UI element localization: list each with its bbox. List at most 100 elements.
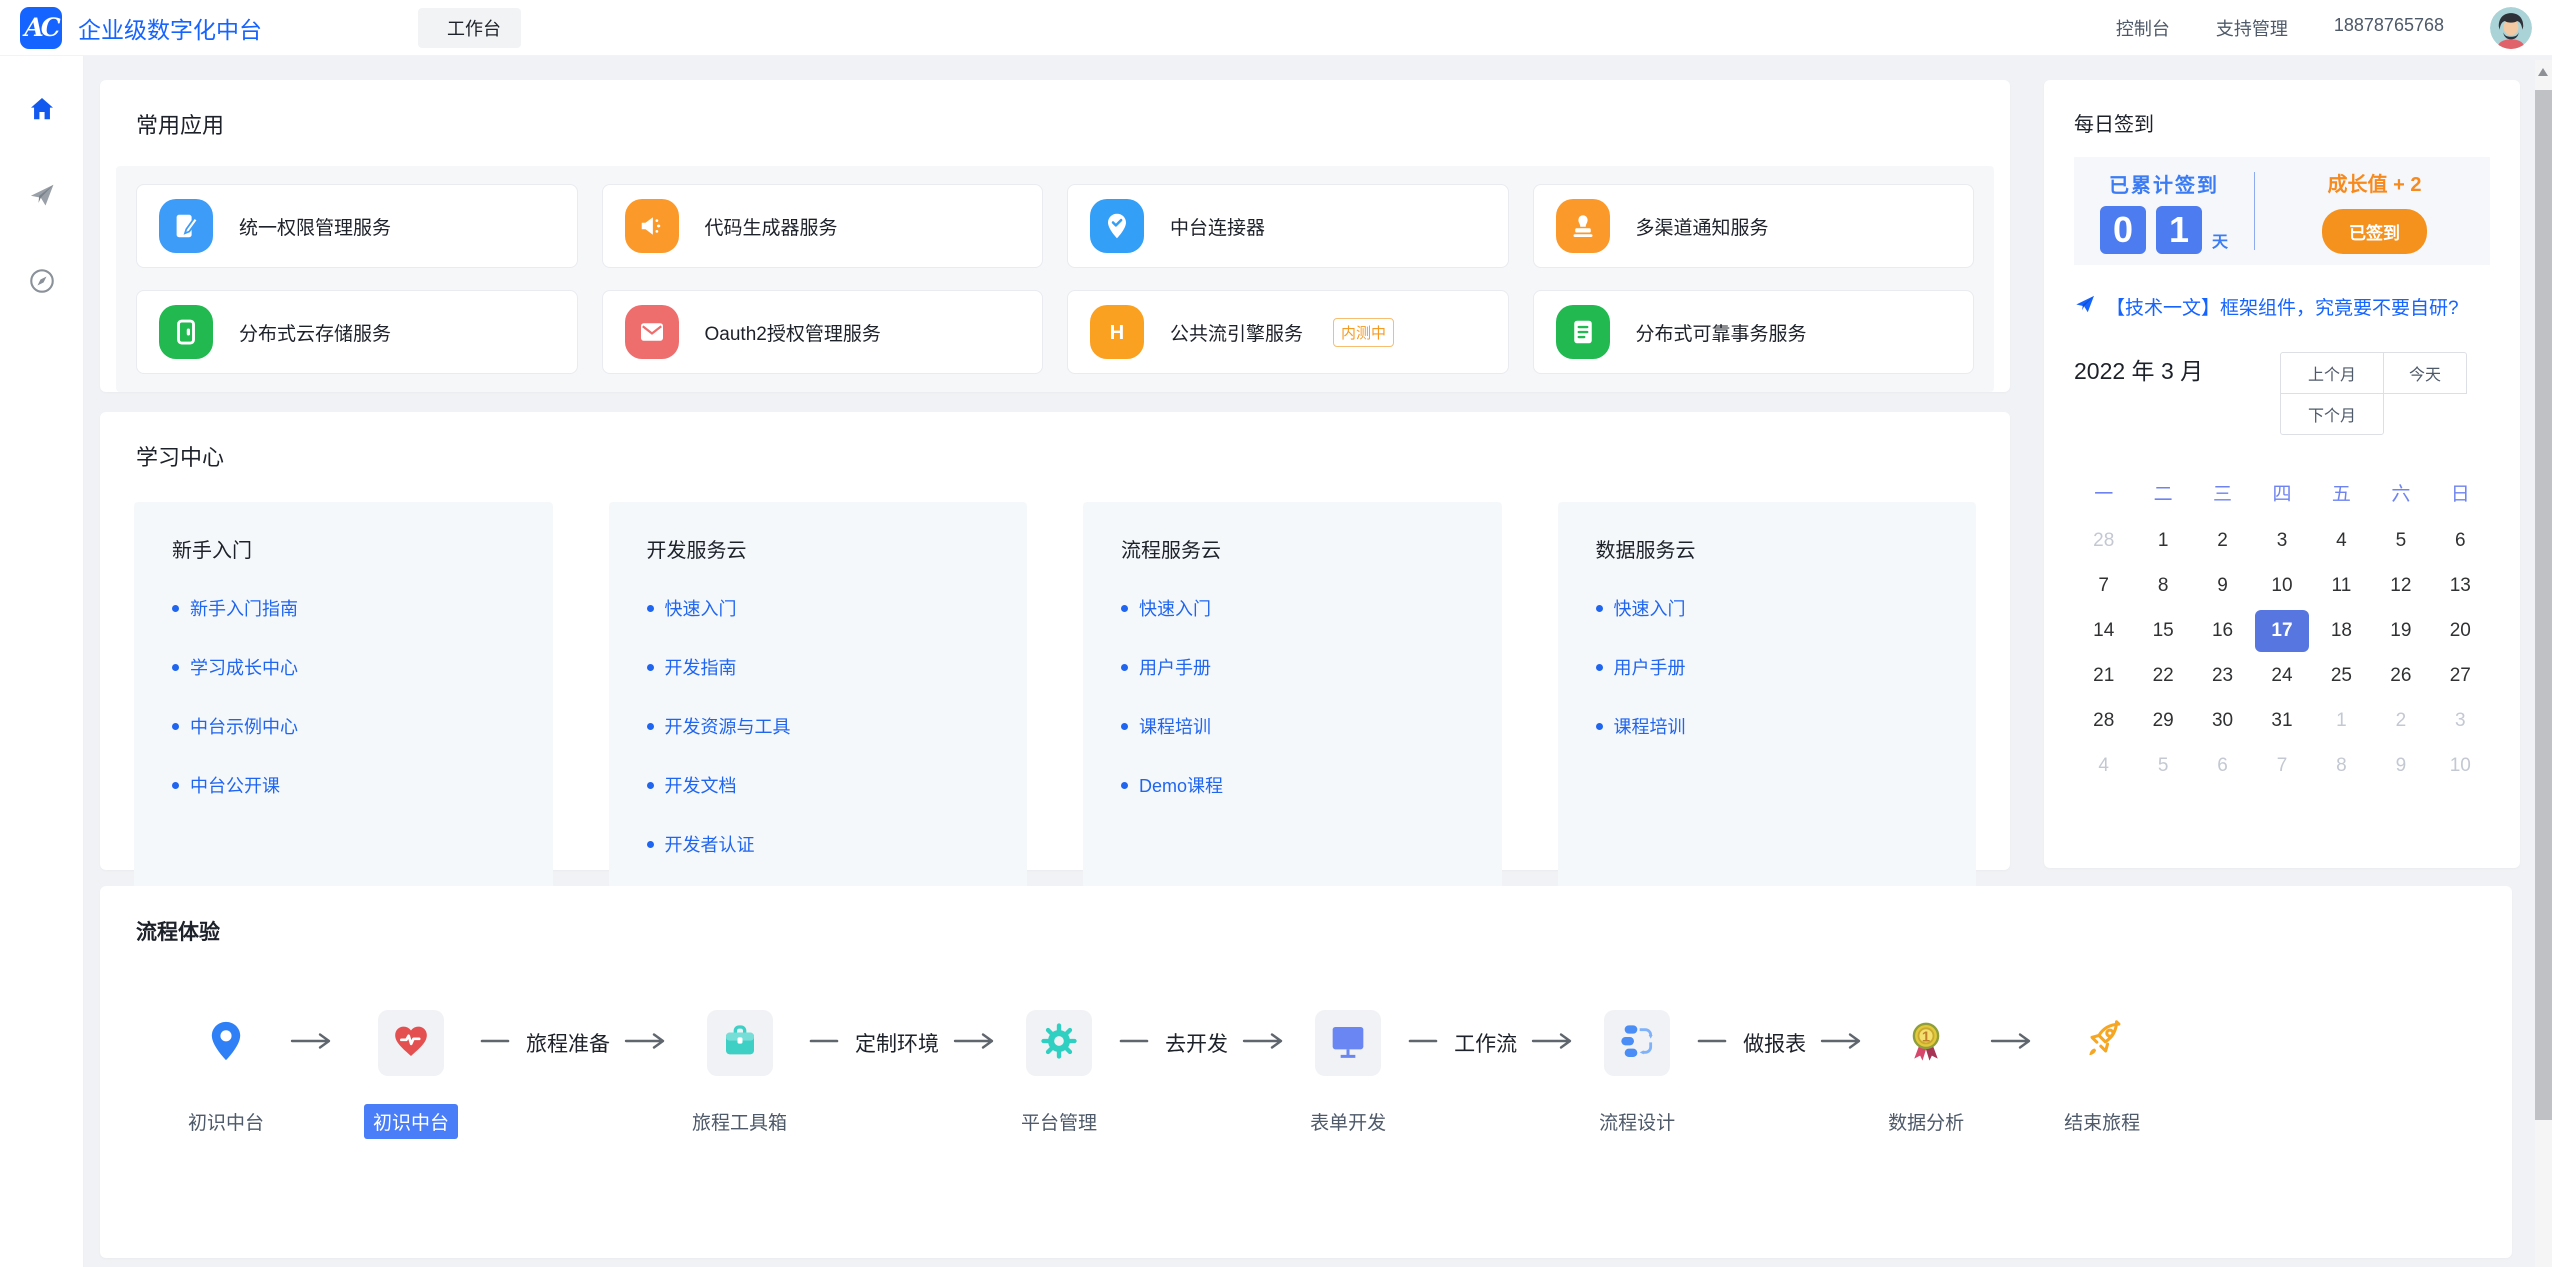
scrollbar-up-arrow[interactable] [2538,68,2548,76]
app-card[interactable]: Oauth2授权管理服务 [602,290,1044,374]
daily-checkin-title: 每日签到 [2044,80,2520,137]
app-card[interactable]: 多渠道通知服务 [1533,184,1975,268]
scrollbar-track[interactable] [2535,60,2552,1267]
calendar-day[interactable]: 9 [2193,563,2252,608]
calendar-day[interactable]: 31 [2252,698,2311,743]
app-card[interactable]: 统一权限管理服务 [136,184,578,268]
calendar-day-selected[interactable]: 17 [2252,608,2311,653]
learning-link[interactable]: Demo课程 [1121,772,1464,798]
learning-link[interactable]: 快速入门 [1121,595,1464,621]
calendar-day[interactable]: 6 [2431,518,2490,563]
calendar-day[interactable]: 7 [2074,563,2133,608]
learning-link-label: 用户手册 [1139,654,1211,680]
learning-link[interactable]: 学习成长中心 [172,654,515,680]
app-card[interactable]: 中台连接器 [1067,184,1509,268]
calendar-day[interactable]: 6 [2193,743,2252,788]
calendar-day[interactable]: 18 [2312,608,2371,653]
calendar-day[interactable]: 9 [2371,743,2430,788]
learning-link[interactable]: 用户手册 [1596,654,1939,680]
calendar-day[interactable]: 8 [2312,743,2371,788]
calendar-day[interactable]: 12 [2371,563,2430,608]
common-apps-card: 常用应用 统一权限管理服务代码生成器服务中台连接器多渠道通知服务分布式云存储服务… [100,80,2010,392]
calendar-day[interactable]: 3 [2431,698,2490,743]
app-card[interactable]: 代码生成器服务 [602,184,1044,268]
scrollbar-thumb[interactable] [2535,90,2552,1120]
prev-month-button[interactable]: 上个月 [2280,352,2384,394]
calendar-day[interactable]: 21 [2074,653,2133,698]
calendar-day[interactable]: 14 [2074,608,2133,653]
learning-link[interactable]: 课程培训 [1596,713,1939,739]
calendar-day[interactable]: 4 [2074,743,2133,788]
learning-link[interactable]: 开发资源与工具 [647,713,990,739]
topbar-menu-item[interactable]: 控制台 [2116,15,2170,41]
tab-workbench[interactable]: 工作台 [418,8,521,48]
calendar-day[interactable]: 5 [2133,743,2192,788]
megaphone-icon [625,199,679,253]
calendar-day[interactable]: 27 [2431,653,2490,698]
learning-link[interactable]: 课程培训 [1121,713,1464,739]
learning-link[interactable]: 中台示例中心 [172,713,515,739]
nav-paper-plane-icon[interactable] [25,178,59,212]
calendar-day[interactable]: 25 [2312,653,2371,698]
learning-link[interactable]: 快速入门 [1596,595,1939,621]
journey-step[interactable]: 初识中台 [364,1008,458,1139]
journey-step-label: 数据分析 [1888,1108,1964,1135]
calendar-day[interactable]: 26 [2371,653,2430,698]
learning-link[interactable]: 新手入门指南 [172,595,515,621]
journey-step[interactable]: 结束旅程 [2064,1008,2140,1135]
calendar-day[interactable]: 16 [2193,608,2252,653]
brand-logo[interactable]: AC [20,7,62,49]
nav-compass-icon[interactable] [25,264,59,298]
journey-step[interactable]: 旅程工具箱 [692,1008,787,1135]
calendar-day[interactable]: 2 [2193,518,2252,563]
learning-link[interactable]: 开发指南 [647,654,990,680]
article-link-row[interactable]: 【技术一文】框架组件，究竟要不要自研? [2074,293,2490,320]
journey-step[interactable]: 初识中台 [188,1008,264,1135]
calendar-day[interactable]: 20 [2431,608,2490,653]
journey-step[interactable]: 平台管理 [1021,1008,1097,1135]
app-card[interactable]: H公共流引擎服务内测中 [1067,290,1509,374]
app-card[interactable]: 分布式可靠事务服务 [1533,290,1975,374]
article-link[interactable]: 【技术一文】框架组件，究竟要不要自研? [2106,293,2459,320]
learning-link[interactable]: 开发文档 [647,772,990,798]
learning-link[interactable]: 快速入门 [647,595,990,621]
calendar-day[interactable]: 1 [2312,698,2371,743]
nav-home-icon[interactable] [25,92,59,126]
calendar-day[interactable]: 5 [2371,518,2430,563]
learning-column: 开发服务云快速入门开发指南开发资源与工具开发文档开发者认证 [609,502,1028,892]
calendar-day[interactable]: 11 [2312,563,2371,608]
calendar-day[interactable]: 28 [2074,698,2133,743]
topbar-menu-item[interactable]: 18878765768 [2334,15,2444,41]
journey-connector: 去开发 [1117,1008,1290,1078]
journey-step[interactable]: 表单开发 [1310,1008,1386,1135]
learning-link-label: 开发文档 [665,772,737,798]
calendar-day[interactable]: 4 [2312,518,2371,563]
next-month-button[interactable]: 下个月 [2280,393,2384,435]
calendar-day[interactable]: 22 [2133,653,2192,698]
calendar-day[interactable]: 2 [2371,698,2430,743]
calendar-day[interactable]: 3 [2252,518,2311,563]
journey-step[interactable]: 1数据分析 [1888,1008,1964,1135]
calendar-day[interactable]: 10 [2431,743,2490,788]
calendar-day[interactable]: 30 [2193,698,2252,743]
calendar-day[interactable]: 29 [2133,698,2192,743]
app-card[interactable]: 分布式云存储服务 [136,290,578,374]
learning-link[interactable]: 用户手册 [1121,654,1464,680]
journey-step[interactable]: 流程设计 [1599,1008,1675,1135]
calendar-day[interactable]: 28 [2074,518,2133,563]
calendar-day[interactable]: 7 [2252,743,2311,788]
calendar-day[interactable]: 19 [2371,608,2430,653]
calendar-day[interactable]: 23 [2193,653,2252,698]
calendar-day[interactable]: 1 [2133,518,2192,563]
calendar-day[interactable]: 10 [2252,563,2311,608]
signed-in-button[interactable]: 已签到 [2322,209,2427,254]
calendar-day[interactable]: 24 [2252,653,2311,698]
learning-link[interactable]: 开发者认证 [647,831,990,857]
calendar-day[interactable]: 13 [2431,563,2490,608]
calendar-day[interactable]: 8 [2133,563,2192,608]
today-button[interactable]: 今天 [2383,352,2467,394]
topbar-menu-item[interactable]: 支持管理 [2216,15,2288,41]
calendar-day[interactable]: 15 [2133,608,2192,653]
learning-link[interactable]: 中台公开课 [172,772,515,798]
user-avatar[interactable] [2490,7,2532,49]
